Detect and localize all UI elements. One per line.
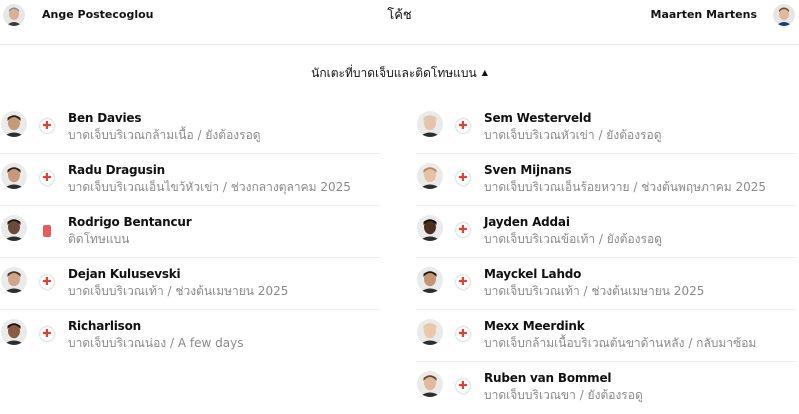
injury-cross-icon: ✚ xyxy=(40,119,54,133)
player-name[interactable]: Sven Mijnans xyxy=(484,163,572,177)
injury-list-item[interactable]: ✚ Richarlison บาดเจ็บบริเวณน่อง / A few da… xyxy=(0,310,380,362)
coach-avatar-icon xyxy=(773,4,795,26)
injuries-section-toggle[interactable]: นักเตะที่บาดเจ็บและติดโทษแบน ▲ xyxy=(0,66,799,80)
injury-cross-icon: ✚ xyxy=(456,119,470,133)
player-avatar[interactable] xyxy=(417,267,443,293)
player-photo-icon xyxy=(1,319,27,345)
injury-detail: บาดเจ็บบริเวณขา / ยังต้องรอดู xyxy=(484,388,643,402)
injury-cross-icon: ✚ xyxy=(40,327,54,341)
section-title: นักเตะที่บาดเจ็บและติดโทษแบน xyxy=(311,66,477,80)
home-injury-list: ✚ Ben Davies บาดเจ็บบริเวณกล้ามเนื้อ / ยัง… xyxy=(0,102,380,362)
injury-list-item[interactable]: ✚ Ruben van Bommel บาดเจ็บบริเวณขา / ยังต้… xyxy=(416,362,796,414)
injury-list-item[interactable]: ✚ Mayckel Lahdo บาดเจ็บบริเวณเท้า / ช่วงต้… xyxy=(416,258,796,310)
injury-detail: บาดเจ็บบริเวณเอ็นไขว้หัวเข่า / ช่วงกลางต… xyxy=(68,180,351,194)
player-name[interactable]: Ben Davies xyxy=(68,111,141,125)
player-avatar[interactable] xyxy=(1,215,27,241)
player-avatar[interactable] xyxy=(417,371,443,397)
player-avatar[interactable] xyxy=(1,163,27,189)
player-avatar[interactable] xyxy=(1,319,27,345)
injury-cross-icon: ✚ xyxy=(456,379,470,393)
player-avatar[interactable] xyxy=(417,319,443,345)
injury-list-item[interactable]: Rodrigo Bentancur ติดโทษแบน xyxy=(0,206,380,258)
player-avatar[interactable] xyxy=(417,163,443,189)
injury-cross-icon: ✚ xyxy=(40,171,54,185)
injury-detail: บาดเจ็บบริเวณเท้า / ช่วงต้นเมษายน 2025 xyxy=(484,284,705,298)
injury-list-item[interactable]: ✚ Mexx Meerdink บาดเจ็บกล้ามเนื้อบริเวณต้น… xyxy=(416,310,796,362)
injury-cross-icon: ✚ xyxy=(456,223,470,237)
player-photo-icon xyxy=(1,163,27,189)
player-name[interactable]: Sem Westerveld xyxy=(484,111,591,125)
injury-detail: บาดเจ็บกล้ามเนื้อบริเวณต้นขาด้านหลัง / ก… xyxy=(484,336,757,350)
player-photo-icon xyxy=(417,319,443,345)
player-name[interactable]: Ruben van Bommel xyxy=(484,371,612,385)
injury-list-item[interactable]: ✚ Dejan Kulusevski บาดเจ็บบริเวณเท้า / ช่ว… xyxy=(0,258,380,310)
coaches-row: Ange Postecoglou โค้ช Maarten Martens xyxy=(0,0,799,45)
player-photo-icon xyxy=(417,163,443,189)
injury-detail: ติดโทษแบน xyxy=(68,232,130,246)
away-coach-avatar[interactable] xyxy=(773,4,795,26)
player-name[interactable]: Mexx Meerdink xyxy=(484,319,585,333)
injury-detail: บาดเจ็บบริเวณกล้ามเนื้อ / ยังต้องรอดู xyxy=(68,128,261,142)
injury-detail: บาดเจ็บบริเวณเท้า / ช่วงต้นเมษายน 2025 xyxy=(68,284,289,298)
injury-detail: บาดเจ็บบริเวณน่อง / A few days xyxy=(68,336,244,350)
injury-list-item[interactable]: ✚ Ben Davies บาดเจ็บบริเวณกล้ามเนื้อ / ยัง… xyxy=(0,102,380,154)
injury-cross-icon: ✚ xyxy=(456,275,470,289)
player-photo-icon xyxy=(417,371,443,397)
player-photo-icon xyxy=(417,267,443,293)
injury-detail: บาดเจ็บบริเวณหัวเข่า / ยังต้องรอดู xyxy=(484,128,662,142)
player-avatar[interactable] xyxy=(417,215,443,241)
injury-cross-icon: ✚ xyxy=(456,171,470,185)
injury-list-item[interactable]: ✚ Sven Mijnans บาดเจ็บบริเวณเอ็นร้อยหวาย /… xyxy=(416,154,796,206)
player-avatar[interactable] xyxy=(417,111,443,137)
player-photo-icon xyxy=(1,267,27,293)
player-photo-icon xyxy=(417,111,443,137)
injury-list-item[interactable]: ✚ Sem Westerveld บาดเจ็บบริเวณหัวเข่า / ยั… xyxy=(416,102,796,154)
player-name[interactable]: Radu Dragusin xyxy=(68,163,165,177)
player-photo-icon xyxy=(417,215,443,241)
player-name[interactable]: Mayckel Lahdo xyxy=(484,267,581,281)
injury-list-item[interactable]: ✚ Jayden Addai บาดเจ็บบริเวณข้อเท้า / ยังต… xyxy=(416,206,796,258)
injury-cross-icon: ✚ xyxy=(456,327,470,341)
player-name[interactable]: Dejan Kulusevski xyxy=(68,267,181,281)
away-coach-name[interactable]: Maarten Martens xyxy=(651,8,758,22)
player-avatar[interactable] xyxy=(1,111,27,137)
injury-list-item[interactable]: ✚ Radu Dragusin บาดเจ็บบริเวณเอ็นไขว้หัวเข… xyxy=(0,154,380,206)
player-photo-icon xyxy=(1,215,27,241)
injury-cross-icon: ✚ xyxy=(40,275,54,289)
player-name[interactable]: Rodrigo Bentancur xyxy=(68,215,192,229)
player-photo-icon xyxy=(1,111,27,137)
player-name[interactable]: Richarlison xyxy=(68,319,141,333)
injury-detail: บาดเจ็บบริเวณข้อเท้า / ยังต้องรอดู xyxy=(484,232,662,246)
red-card-icon xyxy=(43,225,51,237)
caret-up-icon: ▲ xyxy=(481,68,488,77)
away-injury-list: ✚ Sem Westerveld บาดเจ็บบริเวณหัวเข่า / ยั… xyxy=(416,102,796,414)
player-avatar[interactable] xyxy=(1,267,27,293)
injury-detail: บาดเจ็บบริเวณเอ็นร้อยหวาย / ช่วงต้นพฤษภา… xyxy=(484,180,766,194)
player-name[interactable]: Jayden Addai xyxy=(484,215,570,229)
